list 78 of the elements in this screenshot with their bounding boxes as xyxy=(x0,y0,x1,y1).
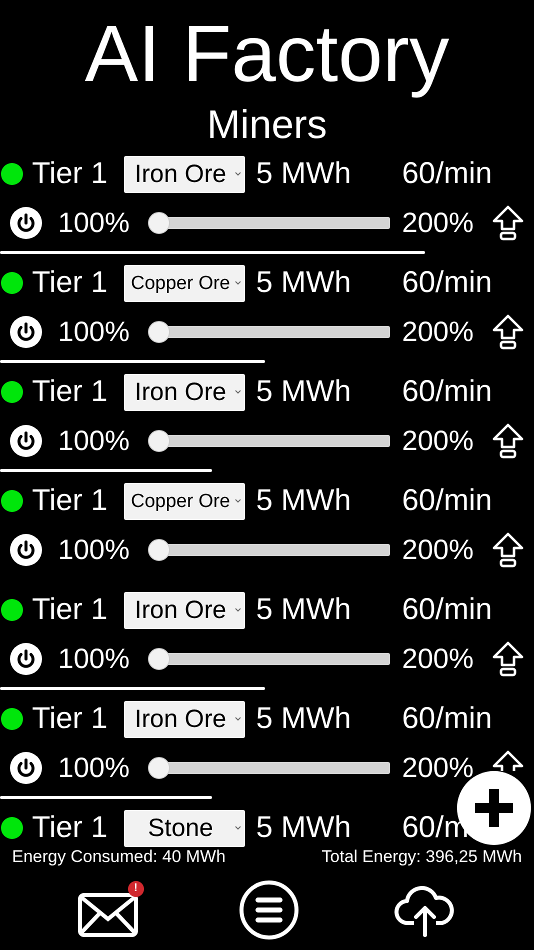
min-percent: 100% xyxy=(58,536,131,564)
tier-label: Tier 1 xyxy=(32,159,109,189)
rate-value: 60/min xyxy=(402,268,492,298)
tier-label: Tier 1 xyxy=(32,268,109,298)
chevron-down-icon xyxy=(235,498,241,502)
tier-label: Tier 1 xyxy=(32,486,109,516)
energy-value: 5 MWh xyxy=(256,268,352,298)
slider-thumb[interactable] xyxy=(148,757,170,779)
chevron-down-icon xyxy=(235,280,241,284)
power-icon[interactable] xyxy=(10,207,42,239)
boost-slider[interactable] xyxy=(148,321,390,343)
resource-select[interactable]: Iron Ore xyxy=(124,592,245,628)
max-percent: 200% xyxy=(402,536,475,564)
rate-value: 60/min xyxy=(402,377,492,407)
chevron-down-icon xyxy=(235,172,241,176)
upgrade-arrow-icon[interactable] xyxy=(492,750,524,771)
mail-button[interactable]: ! xyxy=(78,880,144,938)
power-icon[interactable] xyxy=(10,643,42,675)
menu-icon[interactable] xyxy=(238,880,299,940)
max-percent: 200% xyxy=(402,209,475,237)
tier-label: Tier 1 xyxy=(32,595,109,625)
power-icon[interactable] xyxy=(10,534,42,566)
upgrade-arrow-icon[interactable] xyxy=(492,423,524,459)
energy-value: 5 MWh xyxy=(256,377,352,407)
chevron-down-icon xyxy=(235,390,241,394)
min-percent: 100% xyxy=(58,427,131,455)
tier-label: Tier 1 xyxy=(32,704,109,734)
slider-thumb[interactable] xyxy=(148,212,170,234)
min-percent: 100% xyxy=(58,645,131,673)
slider-thumb[interactable] xyxy=(148,648,170,670)
boost-slider[interactable] xyxy=(148,648,390,670)
min-percent: 100% xyxy=(58,754,131,782)
notification-badge: ! xyxy=(128,880,144,896)
rate-value: 60/min xyxy=(402,704,492,734)
tier-label: Tier 1 xyxy=(32,813,109,843)
chevron-down-icon xyxy=(235,608,241,612)
envelope-icon xyxy=(78,892,138,936)
resource-select[interactable]: Copper Ore xyxy=(124,482,245,520)
chevron-down-icon xyxy=(235,826,241,830)
tier-label: Tier 1 xyxy=(32,377,109,407)
plus-icon xyxy=(475,789,513,827)
resource-select[interactable]: Iron Ore xyxy=(124,700,245,738)
upgrade-arrow-icon[interactable] xyxy=(492,314,524,350)
max-percent: 200% xyxy=(402,754,475,782)
total-energy-text: Total Energy: 396,25 MWh xyxy=(322,846,522,868)
min-percent: 100% xyxy=(58,318,131,346)
max-percent: 200% xyxy=(402,318,475,346)
resource-select[interactable]: Copper Ore xyxy=(124,264,245,302)
resource-select[interactable]: Iron Ore xyxy=(124,156,245,192)
energy-value: 5 MWh xyxy=(256,595,352,625)
rate-value: 60/min xyxy=(402,595,492,625)
upgrade-arrow-icon[interactable] xyxy=(492,205,524,241)
min-percent: 100% xyxy=(58,209,131,237)
energy-value: 5 MWh xyxy=(256,486,352,516)
power-icon[interactable] xyxy=(10,316,42,348)
boost-slider[interactable] xyxy=(148,757,390,779)
slider-thumb[interactable] xyxy=(148,539,170,561)
upgrade-arrow-icon[interactable] xyxy=(492,532,524,568)
energy-value: 5 MWh xyxy=(256,813,352,843)
slider-thumb[interactable] xyxy=(148,430,170,452)
page-title: Miners xyxy=(206,105,328,145)
energy-value: 5 MWh xyxy=(256,159,352,189)
slider-thumb[interactable] xyxy=(148,321,170,343)
max-percent: 200% xyxy=(402,645,475,673)
chevron-down-icon xyxy=(235,716,241,720)
power-icon[interactable] xyxy=(10,752,42,784)
upgrade-arrow-icon[interactable] xyxy=(492,641,524,677)
boost-slider[interactable] xyxy=(148,212,390,234)
boost-slider[interactable] xyxy=(148,539,390,561)
energy-consumed-text: Energy Consumed: 40 MWh xyxy=(12,846,226,868)
rate-value: 60/min xyxy=(402,486,492,516)
resource-select[interactable]: Stone xyxy=(124,810,245,846)
resource-select[interactable]: Iron Ore xyxy=(124,374,245,410)
boost-slider[interactable] xyxy=(148,430,390,452)
energy-value: 5 MWh xyxy=(256,704,352,734)
max-percent: 200% xyxy=(402,427,475,455)
rate-value: 60/min xyxy=(402,159,492,189)
power-icon[interactable] xyxy=(10,425,42,457)
